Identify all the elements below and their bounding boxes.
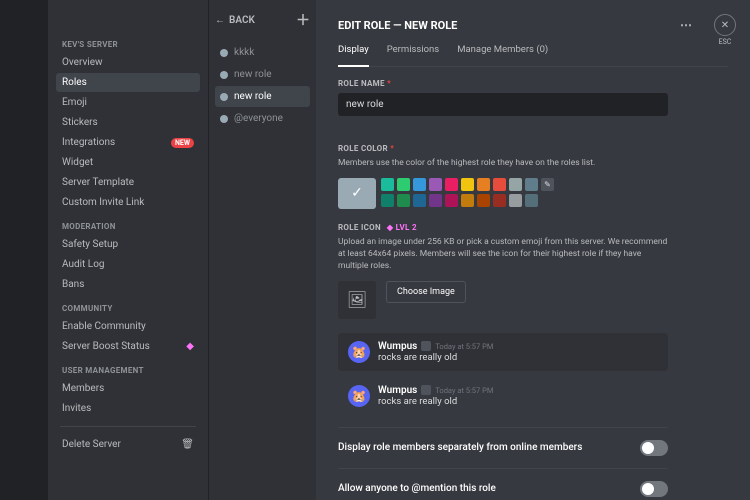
- back-button[interactable]: ←BACK: [215, 15, 255, 26]
- eyedropper-icon[interactable]: ✎: [541, 178, 554, 191]
- color-swatch[interactable]: [509, 194, 522, 207]
- color-swatch[interactable]: [525, 178, 538, 191]
- sidebar-roles[interactable]: Roles: [56, 73, 200, 92]
- color-swatch[interactable]: [429, 178, 442, 191]
- role-chip-icon: [421, 385, 431, 395]
- color-swatch[interactable]: [493, 194, 506, 207]
- color-swatch[interactable]: [429, 194, 442, 207]
- sidebar-server-template[interactable]: Server Template: [56, 173, 200, 192]
- tab-members[interactable]: Manage Members (0): [457, 44, 548, 67]
- color-swatch[interactable]: [413, 194, 426, 207]
- role-item[interactable]: new role: [215, 64, 310, 85]
- allow-mention-label: Allow anyone to @mention this role: [338, 483, 496, 494]
- color-swatch[interactable]: [445, 194, 458, 207]
- sidebar-widget[interactable]: Widget: [56, 153, 200, 172]
- sidebar-delete-server[interactable]: Delete Server🗑: [56, 435, 200, 454]
- boost-icon: ◆: [186, 341, 194, 352]
- color-swatch[interactable]: [381, 194, 394, 207]
- color-swatch[interactable]: [397, 194, 410, 207]
- add-role-button[interactable]: ＋: [296, 10, 310, 30]
- color-swatch[interactable]: [477, 194, 490, 207]
- color-swatch[interactable]: [525, 194, 538, 207]
- allow-mention-toggle[interactable]: [640, 481, 668, 497]
- edit-role-title: EDIT ROLE — NEW ROLE: [338, 19, 457, 32]
- color-swatch[interactable]: [493, 178, 506, 191]
- role-color-label: ROLE COLOR *: [338, 144, 728, 153]
- sidebar-bans[interactable]: Bans: [56, 275, 200, 294]
- sidebar-emoji[interactable]: Emoji: [56, 93, 200, 112]
- choose-image-button[interactable]: Choose Image: [386, 281, 466, 303]
- community-heading: COMMUNITY: [62, 304, 200, 313]
- color-swatch[interactable]: [413, 178, 426, 191]
- message-preview: 🐹 Wumpus Today at 5:57 PM rocks are real…: [338, 377, 668, 415]
- avatar: 🐹: [348, 341, 370, 363]
- sidebar-enable-community[interactable]: Enable Community: [56, 317, 200, 336]
- color-swatch[interactable]: [461, 178, 474, 191]
- role-name-label: ROLE NAME *: [338, 79, 728, 88]
- color-swatch[interactable]: [445, 178, 458, 191]
- sidebar-audit-log[interactable]: Audit Log: [56, 255, 200, 274]
- role-name-input[interactable]: [338, 93, 668, 116]
- sidebar-members[interactable]: Members: [56, 379, 200, 398]
- role-item[interactable]: kkkk: [215, 42, 310, 63]
- server-name-heading: KEV'S SERVER: [62, 40, 200, 49]
- sidebar-safety[interactable]: Safety Setup: [56, 235, 200, 254]
- tab-display[interactable]: Display: [338, 44, 369, 67]
- sidebar-stickers[interactable]: Stickers: [56, 113, 200, 132]
- moderation-heading: MODERATION: [62, 222, 200, 231]
- new-badge: NEW: [171, 138, 194, 148]
- color-swatch[interactable]: [381, 178, 394, 191]
- sidebar-boost-status[interactable]: Server Boost Status◆: [56, 337, 200, 356]
- sidebar-overview[interactable]: Overview: [56, 53, 200, 72]
- trash-icon: 🗑: [181, 439, 194, 450]
- close-button[interactable]: ✕ ESC: [714, 14, 736, 46]
- sidebar-invites[interactable]: Invites: [56, 399, 200, 418]
- guilds-column: [0, 0, 48, 500]
- role-chip-icon: [421, 341, 431, 351]
- color-swatch[interactable]: [397, 178, 410, 191]
- tabs: Display Permissions Manage Members (0): [338, 44, 728, 67]
- edit-role-main: ✕ ESC EDIT ROLE — NEW ROLE ⋯ Display Per…: [316, 0, 750, 500]
- role-icon-help: Upload an image under 256 KB or pick a c…: [338, 237, 668, 273]
- role-item[interactable]: new role: [215, 86, 310, 107]
- color-swatch[interactable]: [477, 178, 490, 191]
- display-separately-label: Display role members separately from onl…: [338, 442, 582, 453]
- role-icon-label: ROLE ICON◆ LVL 2: [338, 223, 728, 232]
- avatar: 🐹: [348, 385, 370, 407]
- close-icon: ✕: [714, 14, 736, 36]
- role-item[interactable]: @everyone: [215, 108, 310, 129]
- lvl-badge: ◆ LVL 2: [387, 223, 417, 232]
- arrow-left-icon: ←: [215, 15, 225, 26]
- more-icon[interactable]: ⋯: [680, 18, 692, 32]
- sidebar-custom-invite[interactable]: Custom Invite Link: [56, 193, 200, 212]
- user-mgmt-heading: USER MANAGEMENT: [62, 366, 200, 375]
- role-color-help: Members use the color of the highest rol…: [338, 158, 668, 170]
- color-swatch[interactable]: [461, 194, 474, 207]
- roles-list-panel: ←BACK ＋ kkkk new role new role @everyone: [208, 0, 316, 500]
- sidebar-integrations[interactable]: IntegrationsNEW: [56, 133, 200, 152]
- role-icon-preview[interactable]: 🖼: [338, 281, 376, 319]
- settings-sidebar: KEV'S SERVER Overview Roles Emoji Sticke…: [48, 0, 208, 500]
- message-preview: 🐹 Wumpus Today at 5:57 PM rocks are real…: [338, 333, 668, 371]
- color-swatch[interactable]: [509, 178, 522, 191]
- display-separately-toggle[interactable]: [640, 440, 668, 456]
- tab-permissions[interactable]: Permissions: [387, 44, 440, 67]
- default-color-swatch[interactable]: ✓: [338, 178, 376, 209]
